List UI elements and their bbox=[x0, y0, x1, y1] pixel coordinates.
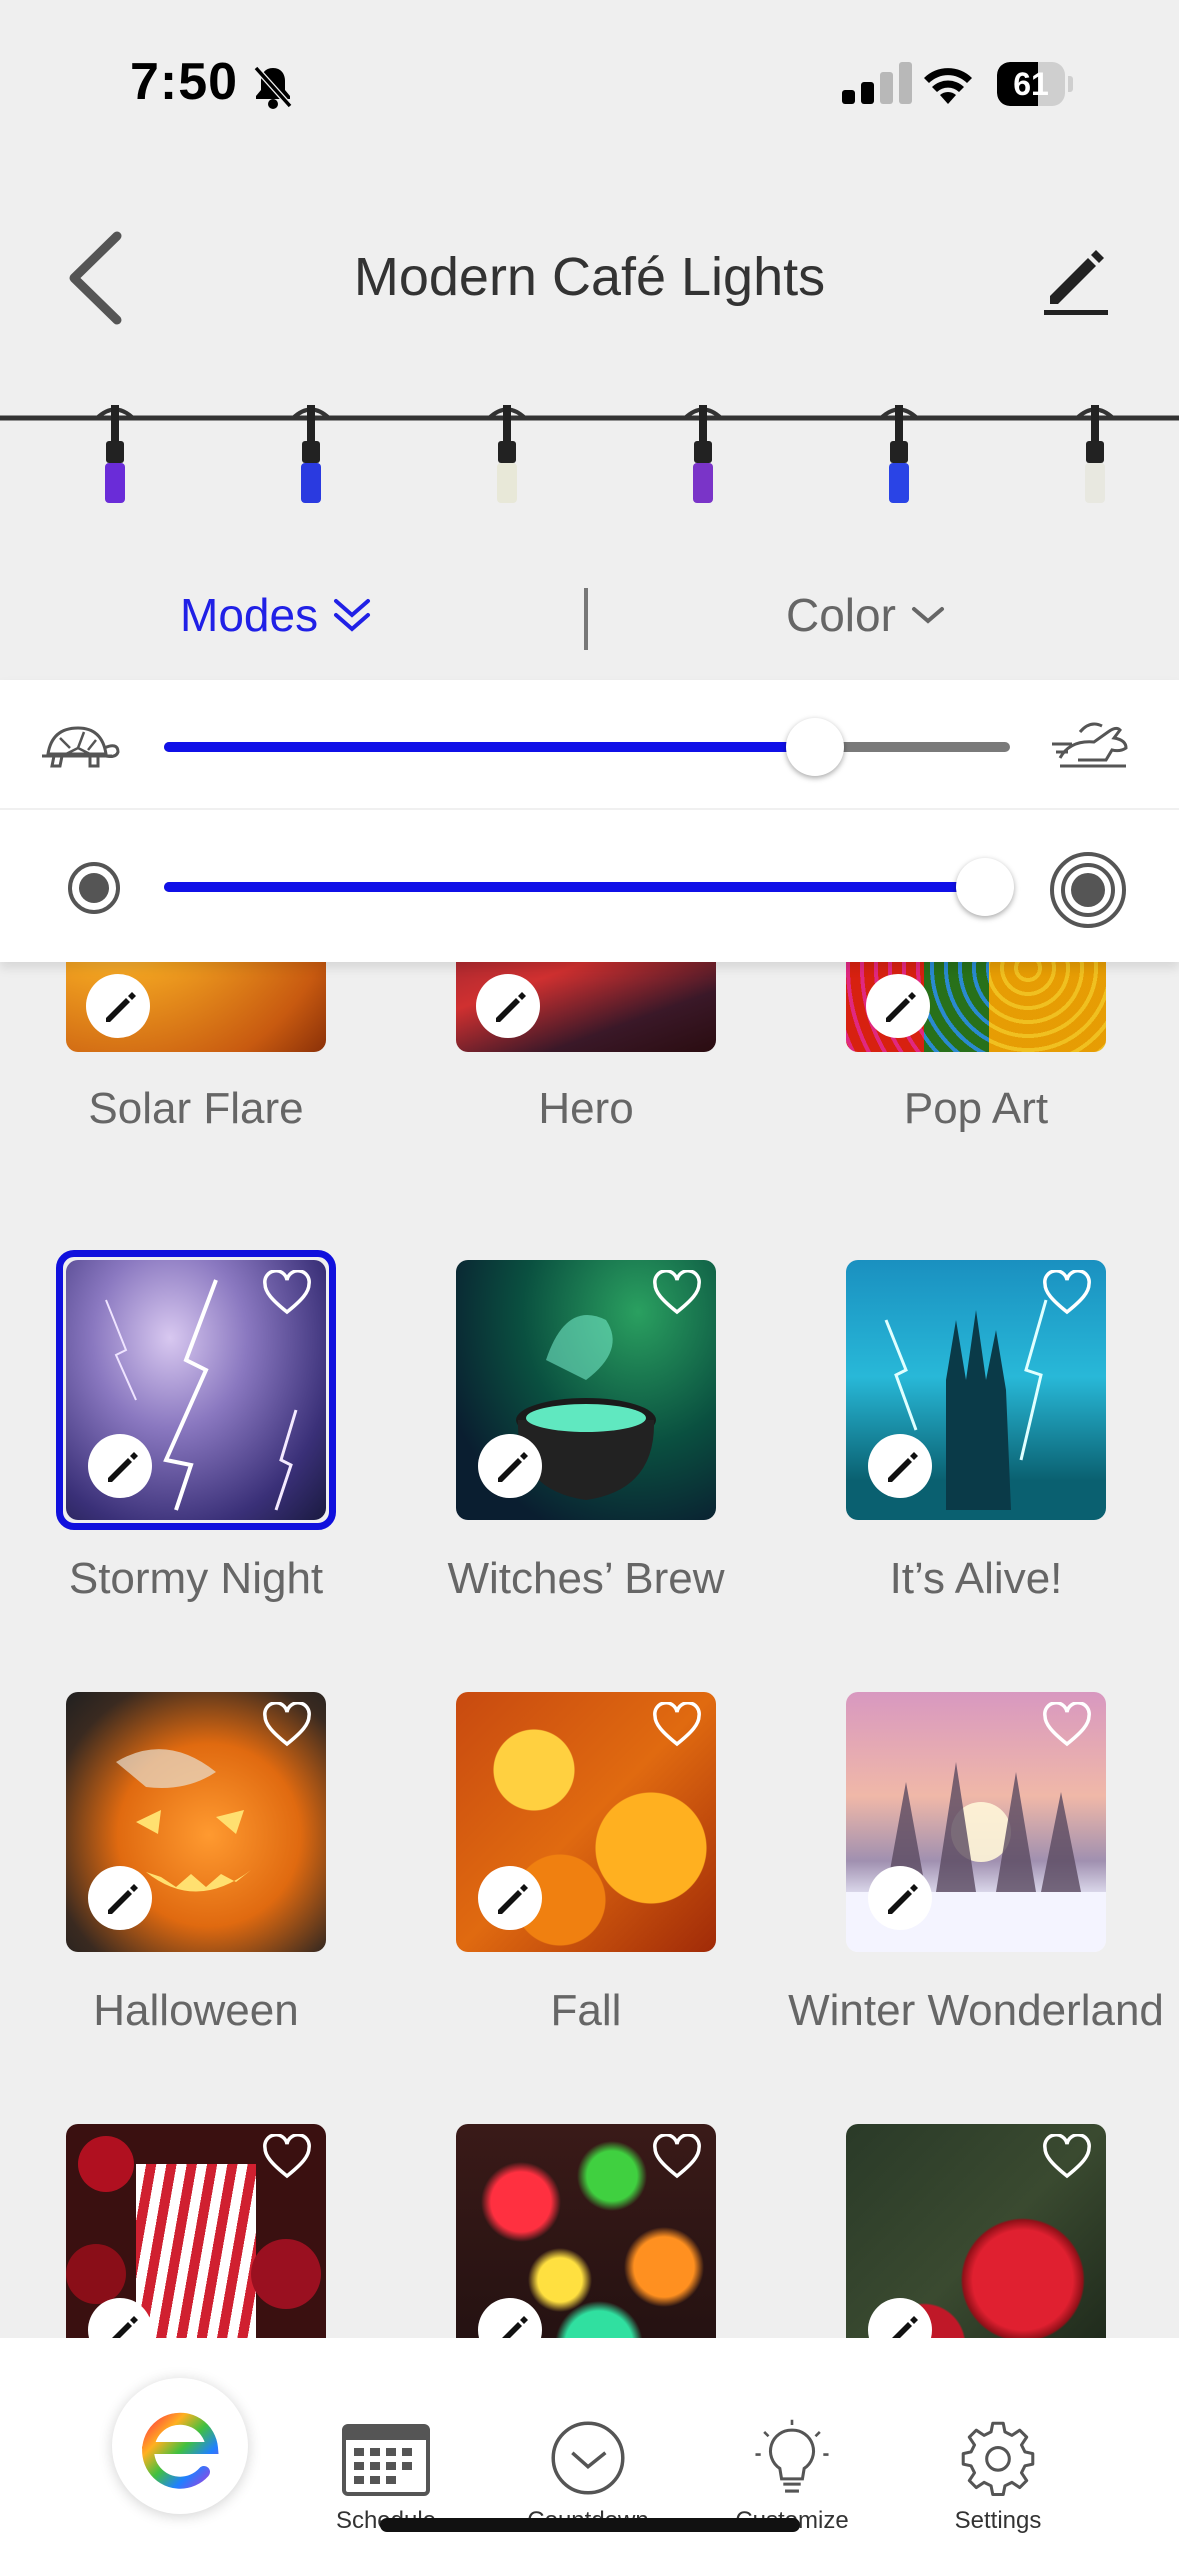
heart-icon[interactable] bbox=[262, 1270, 312, 1316]
heart-icon[interactable] bbox=[1042, 2134, 1092, 2180]
tab-settings-label: Settings bbox=[954, 2507, 1042, 2534]
mode-label: Witches’ Brew bbox=[447, 1554, 725, 1603]
rabbit-icon bbox=[1052, 722, 1128, 768]
chevron-down-icon bbox=[911, 607, 944, 624]
heart-icon[interactable] bbox=[262, 2134, 312, 2180]
turtle-icon bbox=[42, 726, 120, 768]
status-time: 7:50 bbox=[130, 53, 239, 111]
mode-label: Halloween bbox=[93, 1986, 299, 2035]
mode-label: Solar Flare bbox=[88, 1084, 304, 1133]
heart-icon[interactable] bbox=[1042, 1270, 1092, 1316]
tab-color-label: Color bbox=[786, 589, 896, 641]
tab-modes[interactable]: Modes bbox=[180, 588, 372, 642]
app-logo-icon bbox=[142, 2412, 219, 2489]
edit-pencil-icon[interactable] bbox=[88, 2298, 152, 2338]
wifi-icon bbox=[924, 68, 972, 104]
mode-label: Hero bbox=[538, 1084, 634, 1133]
size-slider-thumb[interactable] bbox=[955, 858, 1014, 916]
edit-pencil-icon[interactable] bbox=[1040, 244, 1112, 316]
lightbulb-icon bbox=[755, 2419, 829, 2493]
tab-settings[interactable]: Settings bbox=[928, 2418, 1068, 2535]
mode-label: Pop Art bbox=[903, 1084, 1049, 1133]
page-title: Modern Café Lights bbox=[353, 247, 826, 307]
edit-pencil-icon[interactable] bbox=[88, 1434, 152, 1498]
mode-label: Winter Wonderland bbox=[788, 1986, 1164, 2035]
edit-pencil-icon[interactable] bbox=[866, 974, 930, 1038]
heart-icon[interactable] bbox=[262, 1702, 312, 1748]
clock-icon bbox=[551, 2421, 625, 2495]
calendar-icon bbox=[342, 2424, 430, 2496]
slider-panel bbox=[0, 680, 1179, 962]
size-slider[interactable] bbox=[164, 858, 1014, 916]
heart-icon[interactable] bbox=[1042, 1702, 1092, 1748]
heart-icon[interactable] bbox=[652, 2134, 702, 2180]
edit-pencil-icon[interactable] bbox=[868, 1434, 932, 1498]
tab-modes-label: Modes bbox=[180, 589, 319, 641]
tab-color[interactable]: Color bbox=[786, 588, 946, 642]
edit-pencil-icon[interactable] bbox=[478, 1434, 542, 1498]
speed-slider[interactable] bbox=[164, 718, 1010, 776]
home-logo-button[interactable] bbox=[112, 2378, 248, 2514]
gear-icon bbox=[961, 2421, 1035, 2497]
large-radius-icon bbox=[1050, 852, 1126, 928]
tab-divider bbox=[584, 588, 588, 650]
edit-pencil-icon[interactable] bbox=[868, 2298, 932, 2338]
edit-pencil-icon[interactable] bbox=[478, 1866, 542, 1930]
home-indicator bbox=[380, 2518, 800, 2532]
edit-pencil-icon[interactable] bbox=[868, 1866, 932, 1930]
mode-label: Fall bbox=[550, 1986, 622, 2035]
heart-icon[interactable] bbox=[652, 1270, 702, 1316]
edit-pencil-icon[interactable] bbox=[478, 2298, 542, 2338]
mode-label: It’s Alive! bbox=[889, 1554, 1063, 1603]
mode-label: Stormy Night bbox=[68, 1554, 324, 1603]
edit-pencil-icon[interactable] bbox=[88, 1866, 152, 1930]
edit-pencil-icon[interactable] bbox=[86, 974, 150, 1038]
battery-indicator: 61 bbox=[997, 62, 1075, 106]
edit-pencil-icon[interactable] bbox=[476, 974, 540, 1038]
light-string-preview bbox=[0, 405, 1179, 503]
small-radius-icon bbox=[68, 862, 120, 914]
double-chevron-down-icon bbox=[334, 599, 371, 632]
modes-grid: Solar Flare Hero Pop Art Stormy Night Wi… bbox=[0, 962, 1179, 2338]
cellular-signal-icon bbox=[842, 62, 912, 104]
speed-slider-thumb[interactable] bbox=[786, 718, 845, 776]
silent-bell-icon bbox=[253, 65, 293, 109]
heart-icon[interactable] bbox=[652, 1702, 702, 1748]
